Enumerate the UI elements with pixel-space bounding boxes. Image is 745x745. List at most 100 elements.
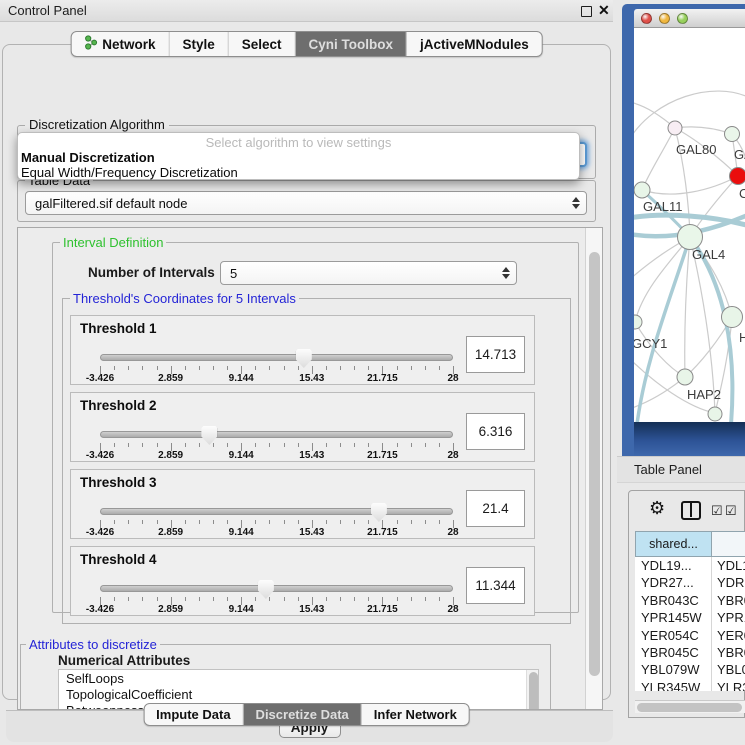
table-row[interactable]: YBL079WYBL0 [635, 661, 745, 678]
split-columns-icon[interactable] [681, 501, 701, 520]
network-window-titlebar[interactable] [634, 9, 745, 28]
slider-track[interactable] [100, 508, 453, 515]
bottom-cut-node[interactable] [708, 407, 722, 421]
tick-mark [284, 443, 285, 447]
tab-cyni-toolbox[interactable]: Cyni Toolbox [296, 32, 408, 56]
node-table[interactable]: shared... n YDL19...YDL1YDR27... YDR2 YBR0… [635, 531, 745, 691]
GAL11-node[interactable] [634, 182, 650, 198]
tick-mark [397, 597, 398, 601]
table-row[interactable]: YER054CYER0 [635, 627, 745, 644]
node-label: GAL11 [643, 199, 683, 214]
dropdown-hint-option[interactable]: Select algorithm to view settings [18, 135, 579, 150]
control-panel-window: Control Panel ✕ NetworkStyleSelectCyni T… [0, 0, 613, 745]
tab-label: Discretize Data [256, 707, 349, 722]
table-horizontal-scrollbar[interactable] [635, 700, 745, 713]
tab-impute-data[interactable]: Impute Data [144, 704, 243, 725]
teal-edge[interactable] [637, 237, 690, 422]
cell-shared-name: YDL19... [641, 558, 692, 573]
table-row[interactable]: YBR043CYBR0 [635, 592, 745, 609]
table-scrollbar-thumb[interactable] [637, 703, 742, 712]
tab-discretize-data[interactable]: Discretize Data [244, 704, 362, 725]
gray-edge[interactable] [685, 237, 690, 377]
number-of-intervals-combobox[interactable]: 5 [220, 261, 517, 285]
gray-edge[interactable] [635, 237, 690, 322]
GAL80-node[interactable] [668, 121, 682, 135]
tick-mark [213, 597, 214, 601]
gear-icon[interactable]: ⚙ [649, 498, 665, 519]
checkbox-icon[interactable]: ☑ [725, 503, 737, 519]
tick-mark [326, 443, 327, 447]
tick-label: -3.426 [86, 373, 114, 384]
table-row[interactable]: YDR27... YDR2 [635, 574, 745, 591]
table-data-combobox[interactable]: galFiltered.sif default node [25, 191, 587, 215]
table-panel-titlebar: Table Panel [617, 456, 745, 483]
HAP2-node[interactable] [677, 369, 693, 385]
network-tree-icon [84, 35, 97, 53]
tick-mark [114, 597, 115, 601]
slider-track[interactable] [100, 354, 453, 361]
tick-mark [128, 443, 129, 447]
threshold-label: Threshold 4 [80, 552, 157, 567]
zoom-traffic-light-icon[interactable] [677, 13, 688, 24]
H-node[interactable] [722, 307, 743, 328]
checkbox-icon[interactable]: ☑ [711, 503, 723, 519]
threshold-value-field[interactable]: 21.4 [466, 490, 525, 527]
red-node[interactable] [730, 168, 745, 185]
GCY1-node[interactable] [634, 315, 642, 329]
tab-infer-network[interactable]: Infer Network [362, 704, 469, 725]
settings-scrollbar[interactable] [585, 228, 602, 709]
tick-mark [255, 366, 256, 370]
tab-label: jActiveMNodules [420, 37, 529, 52]
table-row[interactable]: YDL19...YDL1 [635, 557, 745, 574]
list-item[interactable]: TopologicalCoefficient [59, 686, 538, 702]
top-tab-bar: Network Style SelectCyni Toolbox jActiveMNo… [70, 31, 543, 57]
threshold-value-field[interactable]: 6.316 [466, 413, 525, 450]
cell-name: YLR3 [717, 680, 745, 691]
network-frame-bottom [634, 422, 745, 456]
tab-style[interactable]: Style [169, 32, 228, 56]
attributes-scrollbar[interactable] [526, 670, 538, 710]
cell-shared-name: YDR27... [641, 575, 694, 590]
table-row[interactable]: YBR045CYBR0 [635, 644, 745, 661]
node-label: GAL4 [692, 247, 725, 262]
threshold-panel-4: Threshold 4-3.4262.8599.14415.4321.71528… [70, 546, 535, 616]
tab-network[interactable]: Network [71, 32, 169, 56]
dropdown-option-2[interactable]: Equal Width/Frequency Discretization [21, 165, 238, 180]
column-header-name[interactable]: n [711, 531, 745, 557]
gray-edge[interactable] [642, 128, 675, 190]
cell-name: YDR2 [717, 575, 745, 590]
column-header-shared-name[interactable]: shared... [635, 531, 712, 557]
tick-label: 2.859 [158, 450, 183, 461]
dropdown-option-1[interactable]: Manual Discretization [21, 150, 155, 165]
unnamed-node-top[interactable] [725, 127, 740, 142]
minimize-traffic-light-icon[interactable] [659, 13, 670, 24]
tab-label: Style [182, 37, 214, 52]
table-row[interactable]: YPR145WYPR1 [635, 609, 745, 626]
table-row[interactable]: YLR345WYLR3 [635, 679, 745, 691]
settings-scrollbar-thumb[interactable] [589, 252, 600, 676]
attributes-group-title: Attributes to discretize [26, 637, 160, 652]
threshold-value-field[interactable]: 14.713 [466, 336, 525, 373]
node-label: C [739, 186, 745, 201]
tick-mark [199, 597, 200, 601]
tick-mark [298, 597, 299, 601]
tick-mark [284, 366, 285, 370]
slider-track[interactable] [100, 431, 453, 438]
tab-select[interactable]: Select [229, 32, 296, 56]
tick-mark [142, 597, 143, 601]
threshold-value-field[interactable]: 11.344 [466, 567, 525, 604]
network-view-canvas[interactable]: GAL80GALCGAL11GAL4GCY1HHAP2 [634, 28, 745, 422]
close-icon[interactable]: ✕ [598, 2, 610, 19]
GAL4-node[interactable] [678, 225, 703, 250]
cell-shared-name: YER054C [641, 628, 699, 643]
close-traffic-light-icon[interactable] [641, 13, 652, 24]
list-item[interactable]: SelfLoops [59, 670, 538, 686]
attributes-scrollbar-thumb[interactable] [529, 672, 538, 710]
tab-jactivemnodules[interactable]: jActiveMNodules [407, 32, 542, 56]
tick-mark [425, 443, 426, 447]
float-window-icon[interactable] [581, 6, 592, 17]
gray-edge[interactable] [642, 176, 738, 194]
tick-mark [397, 520, 398, 524]
slider-track[interactable] [100, 585, 453, 592]
threshold-panel-3: Threshold 3-3.4262.8599.14415.4321.71528… [70, 469, 535, 539]
